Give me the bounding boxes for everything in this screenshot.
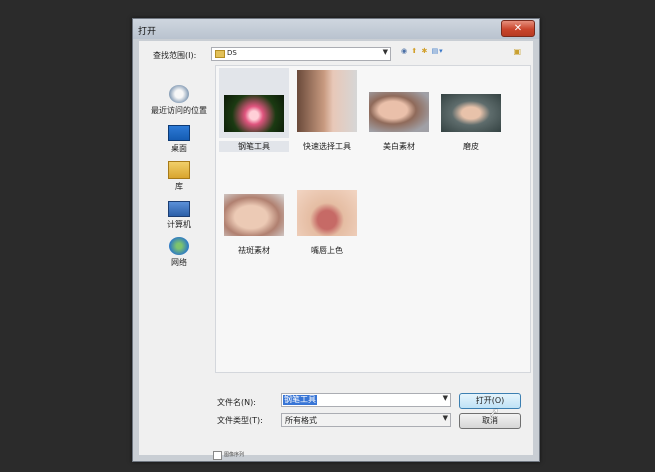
file-item[interactable]: 嘴唇上色: [292, 172, 362, 256]
new-folder-icon[interactable]: ✱: [421, 47, 428, 55]
thumbnail-image: [369, 92, 429, 132]
mouse-cursor-icon: ➚: [489, 405, 500, 419]
chevron-down-icon[interactable]: ▼: [443, 414, 448, 422]
thumbnail-image: [224, 194, 284, 236]
file-item[interactable]: 磨皮: [436, 68, 506, 152]
file-name: 磨皮: [463, 142, 479, 151]
place-library[interactable]: 库: [147, 161, 211, 192]
place-computer[interactable]: 计算机: [147, 201, 211, 230]
thumbnail-image: [297, 70, 357, 132]
file-item[interactable]: 钢笔工具: [219, 68, 289, 152]
chevron-down-icon[interactable]: ▼: [443, 394, 448, 402]
recent-places-icon: [169, 85, 189, 103]
place-network[interactable]: 网络: [147, 237, 211, 268]
file-item[interactable]: 祛斑素材: [219, 172, 289, 256]
image-sequence-checkbox[interactable]: [213, 451, 222, 460]
create-folder-icon[interactable]: ▣: [513, 47, 521, 56]
thumbnail-frame: [364, 68, 434, 138]
computer-icon: [168, 201, 190, 217]
place-label: 计算机: [167, 220, 191, 229]
file-name: 美白素材: [383, 142, 415, 151]
place-label: 最近访问的位置: [151, 106, 207, 115]
file-name: 嘴唇上色: [311, 246, 343, 255]
thumbnail-frame: [292, 172, 362, 242]
file-name-value: 钢笔工具: [283, 395, 317, 405]
file-name: 祛斑素材: [238, 246, 270, 255]
place-label: 网络: [171, 258, 187, 267]
dialog-body: 查找范围(I): DS ▼ ◉ ⬆ ✱ ▤▾ ▣ 最近访问的位置 桌面 库 计算…: [139, 41, 533, 460]
thumbnail-image: [441, 94, 501, 132]
look-in-label: 查找范围(I):: [153, 51, 197, 60]
open-dialog: 打开 ✕ 查找范围(I): DS ▼ ◉ ⬆ ✱ ▤▾ ▣ 最近访问的位置 桌面: [132, 18, 540, 462]
look-in-value: DS: [227, 49, 237, 57]
file-name-label: 文件名(N):: [217, 398, 256, 407]
file-item[interactable]: 快速选择工具: [292, 68, 362, 152]
place-recent[interactable]: 最近访问的位置: [147, 85, 211, 116]
network-icon: [169, 237, 189, 255]
file-list[interactable]: 钢笔工具 快速选择工具 美白素材 磨皮 祛斑素材 嘴唇上色: [215, 65, 531, 373]
window-title: 打开: [138, 27, 157, 37]
file-type-dropdown[interactable]: 所有格式 ▼: [281, 413, 451, 427]
thumbnail-frame: [219, 68, 289, 138]
view-menu-icon[interactable]: ▤▾: [432, 47, 444, 55]
up-folder-icon[interactable]: ⬆: [411, 47, 418, 55]
file-name: 钢笔工具: [219, 141, 289, 152]
desktop-icon: [168, 125, 190, 141]
close-button[interactable]: ✕: [501, 20, 535, 37]
nav-toolbar: ◉ ⬆ ✱ ▤▾: [401, 47, 444, 55]
image-sequence-label: 图像序列: [224, 452, 245, 458]
folder-icon: [215, 50, 225, 58]
place-label: 库: [175, 182, 183, 191]
place-label: 桌面: [171, 144, 187, 153]
file-name-field[interactable]: 钢笔工具 ▼: [281, 393, 451, 407]
thumbnail-frame: [219, 172, 289, 242]
file-type-label: 文件类型(T):: [217, 416, 263, 425]
thumbnail-image: [297, 190, 357, 236]
thumbnail-frame: [292, 68, 362, 138]
library-icon: [168, 161, 190, 179]
file-item[interactable]: 美白素材: [364, 68, 434, 152]
places-bar: 最近访问的位置 桌面 库 计算机 网络: [147, 65, 211, 415]
place-desktop[interactable]: 桌面: [147, 125, 211, 154]
thumbnail-image: [224, 95, 284, 132]
chevron-down-icon[interactable]: ▼: [383, 48, 388, 56]
thumbnail-frame: [436, 68, 506, 138]
title-bar[interactable]: 打开 ✕: [133, 19, 539, 39]
file-type-value: 所有格式: [285, 416, 317, 425]
back-icon[interactable]: ◉: [401, 47, 408, 55]
look-in-dropdown[interactable]: DS ▼: [211, 47, 391, 61]
file-name: 快速选择工具: [303, 142, 351, 151]
